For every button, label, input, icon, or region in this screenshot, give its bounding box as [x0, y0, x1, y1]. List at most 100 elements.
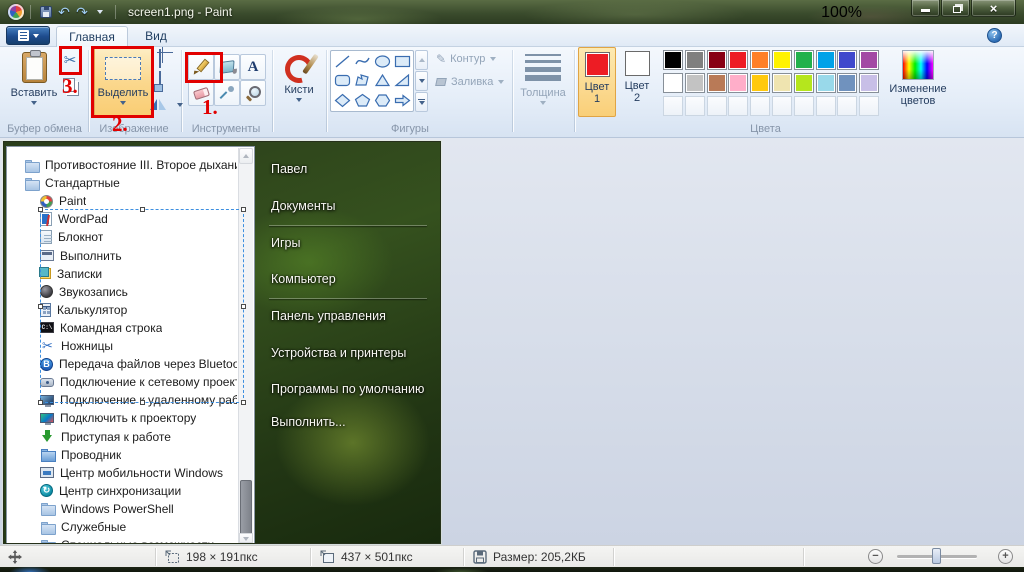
selection-handle[interactable]: [140, 400, 145, 405]
proj-icon: [40, 413, 54, 423]
selection-handle[interactable]: [241, 304, 246, 309]
crop-button[interactable]: [157, 50, 175, 68]
shape-line[interactable]: [333, 53, 352, 71]
palette-empty-slot[interactable]: [816, 96, 836, 116]
annotation-box-step1: [185, 52, 223, 83]
palette-swatch[interactable]: [816, 50, 836, 70]
color1-button[interactable]: Цвет 1: [578, 47, 616, 117]
shape-arrow-right[interactable]: [393, 91, 412, 109]
zoom-slider-thumb[interactable]: [932, 548, 941, 564]
resize-button[interactable]: [157, 72, 175, 90]
palette-swatch[interactable]: [794, 73, 814, 93]
rotate-button[interactable]: [157, 94, 175, 112]
selection-handle[interactable]: [38, 207, 43, 212]
text-tool-button[interactable]: A: [240, 54, 266, 80]
qat-customize-button[interactable]: [91, 2, 109, 22]
shape-rounded-rectangle[interactable]: [333, 72, 352, 90]
tab-view[interactable]: Вид: [132, 26, 180, 47]
selection-handle[interactable]: [241, 400, 246, 405]
shapes-scroll-up-button[interactable]: [415, 50, 428, 70]
palette-swatch[interactable]: [750, 50, 770, 70]
paint-canvas-area[interactable]: Противостояние III. Второе дыханиеСтанда…: [0, 138, 1024, 545]
palette-swatch[interactable]: [663, 50, 683, 70]
palette-swatch[interactable]: [816, 73, 836, 93]
palette-swatch[interactable]: [837, 73, 857, 93]
minimize-button[interactable]: [911, 0, 940, 17]
group-separator: [574, 50, 575, 132]
undo-icon: ↶: [58, 5, 70, 19]
status-separator: [613, 548, 614, 566]
save-button[interactable]: [37, 2, 55, 22]
application-menu-button[interactable]: [6, 26, 50, 45]
brushes-button[interactable]: Кисти: [276, 48, 322, 118]
palette-empty-slot[interactable]: [794, 96, 814, 116]
zoom-out-button[interactable]: −: [868, 549, 883, 564]
palette-swatch[interactable]: [794, 50, 814, 70]
shape-ellipse[interactable]: [373, 53, 392, 71]
shapes-scroll-down-button[interactable]: [415, 71, 428, 91]
size-button[interactable]: Толщина: [516, 48, 570, 118]
palette-swatch[interactable]: [750, 73, 770, 93]
chevron-down-icon: [490, 57, 496, 61]
shape-hexagon[interactable]: [373, 91, 392, 109]
selection-handle[interactable]: [38, 400, 43, 405]
palette-swatch[interactable]: [859, 50, 879, 70]
group-label-tools: Инструменты: [182, 123, 270, 135]
palette-swatch[interactable]: [772, 50, 792, 70]
shape-triangle[interactable]: [373, 72, 392, 90]
palette-swatch[interactable]: [728, 73, 748, 93]
shape-rectangle[interactable]: [393, 53, 412, 71]
palette-empty-slot[interactable]: [837, 96, 857, 116]
tab-home[interactable]: Главная: [56, 26, 128, 47]
fill-label: Заливка: [451, 76, 493, 88]
palette-swatch[interactable]: [663, 73, 683, 93]
selection-rectangle[interactable]: [40, 209, 244, 403]
palette-empty-slot[interactable]: [772, 96, 792, 116]
palette-empty-slot[interactable]: [685, 96, 705, 116]
text-tool-icon: A: [248, 59, 259, 76]
start-menu-item: Специальные возможности: [7, 536, 237, 544]
shape-fill-button[interactable]: Заливка: [436, 76, 504, 88]
palette-swatch[interactable]: [707, 50, 727, 70]
palette-empty-slot[interactable]: [707, 96, 727, 116]
edit-colors-button[interactable]: Изменение цветов: [884, 47, 952, 117]
shape-outline-button[interactable]: ✎ Контур: [436, 52, 496, 66]
shape-diamond[interactable]: [333, 91, 352, 109]
title-bar: ↶ ↷ screen1.png - Paint ×: [0, 0, 1024, 24]
restore-button[interactable]: [941, 0, 970, 17]
group-separator: [272, 50, 273, 132]
status-separator: [310, 548, 311, 566]
palette-swatch[interactable]: [728, 50, 748, 70]
palette-empty-slot[interactable]: [663, 96, 683, 116]
palette-swatch[interactable]: [859, 73, 879, 93]
palette-empty-slot[interactable]: [750, 96, 770, 116]
shape-pentagon[interactable]: [353, 91, 372, 109]
line-thickness-icon: [525, 54, 561, 81]
help-button[interactable]: ?: [987, 28, 1002, 43]
palette-swatch[interactable]: [772, 73, 792, 93]
palette-swatch[interactable]: [685, 50, 705, 70]
magnifier-tool-button[interactable]: [240, 80, 266, 106]
palette-empty-slot[interactable]: [728, 96, 748, 116]
selection-handle[interactable]: [140, 207, 145, 212]
close-button[interactable]: ×: [971, 0, 1016, 17]
selection-handle[interactable]: [241, 207, 246, 212]
palette-empty-slot[interactable]: [859, 96, 879, 116]
color2-button[interactable]: Цвет 2: [618, 47, 656, 117]
palette-swatch[interactable]: [837, 50, 857, 70]
shape-curve[interactable]: [353, 53, 372, 71]
shape-polygon[interactable]: [353, 72, 372, 90]
selection-handle[interactable]: [38, 304, 43, 309]
paint-logo-icon[interactable]: [8, 4, 24, 20]
color-picker-tool-button[interactable]: [214, 80, 240, 106]
palette-swatch[interactable]: [685, 73, 705, 93]
zoom-in-button[interactable]: +: [998, 549, 1013, 564]
palette-swatch[interactable]: [707, 73, 727, 93]
redo-button[interactable]: ↷: [73, 2, 91, 22]
shape-right-triangle[interactable]: [393, 72, 412, 90]
start-menu-item: Windows PowerShell: [7, 500, 237, 518]
shapes-more-button[interactable]: [415, 92, 428, 112]
image-size-text: 437 × 501пкс: [341, 550, 413, 564]
undo-button[interactable]: ↶: [55, 2, 73, 22]
paste-button[interactable]: Вставить: [8, 48, 60, 118]
